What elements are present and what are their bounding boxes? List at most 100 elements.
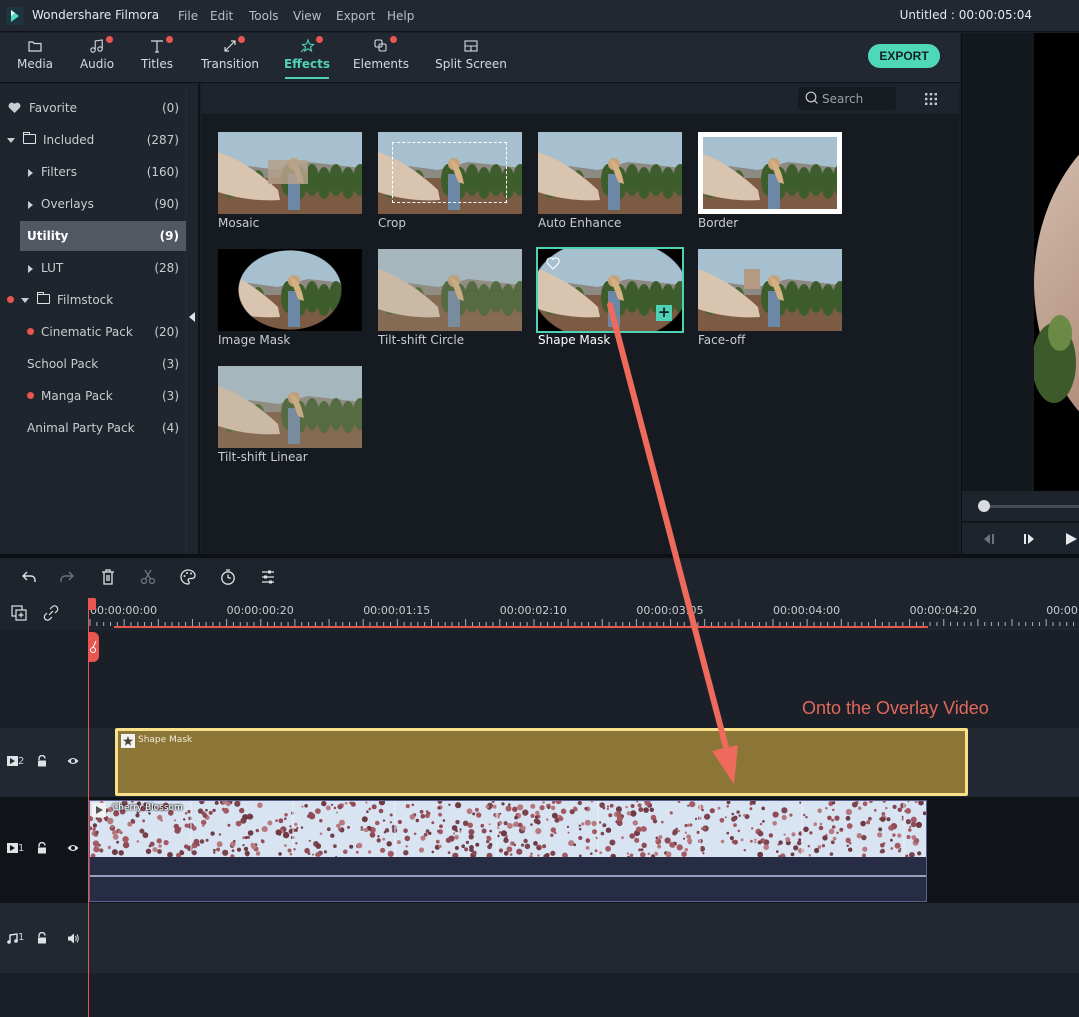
blossom-petal (174, 827, 181, 834)
blossom-petal (577, 801, 582, 806)
effect-tile-tilt-shift-linear[interactable]: Tilt-shift Linear (218, 366, 364, 466)
blossom-petal (304, 847, 310, 854)
add-effect-plus-icon[interactable]: + (656, 305, 672, 321)
blossom-petal (799, 801, 802, 804)
sidebar-item-included[interactable]: Included (287) (0, 125, 186, 155)
export-button[interactable]: EXPORT (868, 44, 940, 68)
color-palette-icon[interactable] (179, 568, 197, 586)
tab-elements[interactable]: Elements (350, 33, 412, 83)
sidebar-item-lut[interactable]: LUT (28) (0, 253, 186, 283)
effect-tile-image-mask[interactable]: Image Mask (218, 249, 364, 349)
menu-file[interactable]: File (178, 9, 198, 23)
add-track-icon[interactable] (11, 605, 27, 621)
favorite-heart-icon[interactable] (546, 257, 560, 270)
collapse-caret-icon (28, 201, 33, 209)
sidebar-item-filmstock[interactable]: Filmstock (0, 285, 186, 315)
timeline-ruler[interactable]: 00:00:00:00 00:00:00:20 00:00:01:15 00:00:0… (88, 596, 1079, 630)
redo-icon[interactable] (58, 568, 76, 586)
tab-effects[interactable]: Effects (280, 33, 334, 83)
menu-tools[interactable]: Tools (249, 9, 279, 23)
blossom-petal (584, 807, 588, 811)
blossom-petal (717, 806, 721, 810)
blossom-petal (382, 837, 386, 841)
sidebar-item-animal-party-pack[interactable]: Animal Party Pack (4) (0, 413, 186, 443)
collapse-sidebar-icon[interactable] (189, 312, 195, 322)
speed-timer-icon[interactable] (219, 568, 237, 586)
blossom-petal (420, 813, 426, 819)
effect-tile-border[interactable]: Border (698, 132, 844, 232)
blossom-petal (763, 844, 769, 850)
tab-transition[interactable]: Transition (198, 33, 262, 83)
blossom-petal (442, 819, 446, 822)
tab-split-screen[interactable]: Split Screen (432, 33, 510, 83)
menu-view[interactable]: View (293, 9, 321, 23)
sidebar-item-school-pack[interactable]: School Pack (3) (0, 349, 186, 379)
grid-view-icon[interactable] (924, 92, 938, 106)
blossom-petal (802, 813, 806, 817)
previous-frame-icon[interactable] (982, 533, 996, 545)
unlock-icon[interactable] (37, 932, 47, 944)
blossom-petal (803, 826, 809, 833)
effect-tile-tilt-shift-circle[interactable]: Tilt-shift Circle (378, 249, 524, 349)
undo-icon[interactable] (20, 568, 38, 586)
blossom-petal (360, 828, 363, 831)
tab-media[interactable]: Media (12, 33, 58, 83)
menu-edit[interactable]: Edit (210, 9, 233, 23)
effect-tile-mosaic[interactable]: Mosaic (218, 132, 364, 232)
blossom-petal (383, 831, 387, 834)
blossom-petal (365, 801, 368, 804)
menu-help[interactable]: Help (387, 9, 414, 23)
blossom-petal (600, 831, 605, 836)
cut-icon[interactable] (139, 568, 157, 586)
link-icon[interactable] (43, 605, 59, 621)
blossom-petal (649, 807, 654, 812)
speaker-volume-icon[interactable] (67, 933, 79, 944)
search-input[interactable]: Search (798, 87, 896, 110)
blossom-petal (684, 848, 689, 852)
play-icon[interactable] (1064, 532, 1078, 546)
tab-audio[interactable]: Audio (74, 33, 120, 83)
playhead-scissor-handle[interactable] (88, 632, 99, 662)
blossom-petal (471, 850, 477, 856)
blossom-petal (605, 827, 612, 833)
effect-clip-shape-mask[interactable]: Shape Mask (115, 728, 968, 796)
menu-export[interactable]: Export (336, 9, 375, 23)
blossom-petal (783, 833, 786, 836)
sidebar-item-filters[interactable]: Filters (160) (0, 157, 186, 187)
notification-dot (7, 296, 14, 303)
delete-icon[interactable] (99, 568, 117, 586)
effect-tile-auto-enhance[interactable]: Auto Enhance (538, 132, 684, 232)
adjust-sliders-icon[interactable] (259, 568, 277, 586)
annotation-label: Onto the Overlay Video (802, 698, 989, 718)
scrubber-knob[interactable] (978, 500, 990, 512)
unlock-icon[interactable] (37, 755, 47, 767)
blossom-petal (638, 807, 644, 813)
eye-visibility-icon[interactable] (67, 756, 79, 766)
blossom-petal (523, 838, 528, 844)
blossom-petal (308, 813, 316, 820)
tab-titles[interactable]: Titles (136, 33, 178, 83)
app-name: Wondershare Filmora (32, 8, 160, 22)
blossom-petal (599, 851, 603, 855)
blossom-petal (781, 807, 788, 814)
play-frame-icon[interactable] (1022, 533, 1036, 545)
sidebar-item-utility[interactable]: Utility (9) (20, 221, 186, 251)
video-clip-cherry-blossom[interactable]: Cherry Blossom (89, 800, 927, 902)
blossom-petal (839, 827, 844, 832)
sidebar-item-cinematic-pack[interactable]: Cinematic Pack (20) (0, 317, 186, 347)
scrubber-track[interactable] (984, 505, 1079, 508)
effect-tile-crop[interactable]: Crop (378, 132, 524, 232)
eye-visibility-icon[interactable] (67, 843, 79, 853)
blossom-petal (508, 805, 511, 809)
effect-tile-face-off[interactable]: Face-off (698, 249, 844, 349)
blossom-petal (212, 808, 216, 812)
blossom-petal (669, 841, 675, 848)
sidebar-item-favorite[interactable]: Favorite (0) (0, 93, 186, 123)
playhead-marker[interactable] (88, 598, 96, 610)
sidebar-item-overlays[interactable]: Overlays (90) (0, 189, 186, 219)
blossom-petal (275, 829, 282, 836)
unlock-icon[interactable] (37, 842, 47, 854)
blossom-petal (689, 801, 696, 808)
sidebar-item-manga-pack[interactable]: Manga Pack (3) (0, 381, 186, 411)
effect-tile-shape-mask[interactable]: + Shape Mask (536, 247, 684, 349)
